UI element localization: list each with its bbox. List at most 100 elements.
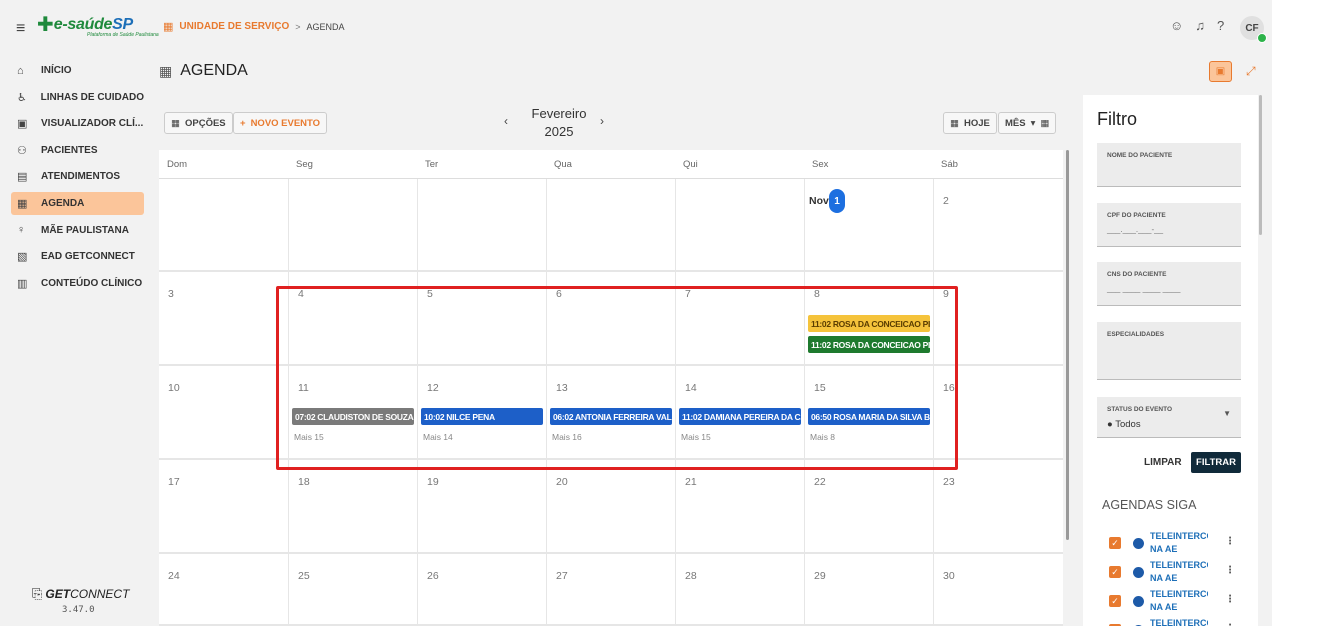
- filter-button[interactable]: FILTRAR: [1191, 452, 1241, 473]
- clear-button[interactable]: LIMPAR: [1144, 457, 1182, 468]
- day-cell[interactable]: 10: [159, 366, 288, 458]
- day-number[interactable]: 4: [298, 288, 304, 300]
- patient-name-field[interactable]: NOME DO PACIENTE: [1097, 143, 1241, 187]
- calendar-event[interactable]: 06:02 ANTONIA FERREIRA VALE: [550, 408, 672, 425]
- day-number[interactable]: 3: [168, 288, 174, 300]
- day-cell[interactable]: 26: [417, 554, 546, 624]
- calendar-event[interactable]: 11:02 DAMIANA PEREIRA DA C...: [679, 408, 801, 425]
- sidebar-item-ead-getconnect[interactable]: ▧ EAD GETCONNECT: [11, 245, 144, 268]
- agenda-item[interactable]: ✓ TELEINTERCO NA AE ⋮: [1109, 588, 1249, 616]
- patient-cpf-field[interactable]: CPF DO PACIENTE ___.___.___-__: [1097, 203, 1241, 247]
- checkbox-checked-icon[interactable]: ✓: [1109, 595, 1121, 607]
- day-number[interactable]: 24: [168, 570, 180, 582]
- day-cell[interactable]: 19: [417, 460, 546, 552]
- avatar[interactable]: CF: [1240, 16, 1267, 43]
- specialties-field[interactable]: ESPECIALIDADES: [1097, 322, 1241, 380]
- day-cell[interactable]: [288, 179, 417, 270]
- day-cell[interactable]: Nov 1: [804, 179, 933, 270]
- event-status-select[interactable]: STATUS DO EVENTO ● Todos ▼: [1097, 397, 1241, 438]
- checkbox-checked-icon[interactable]: ✓: [1109, 566, 1121, 578]
- day-cell[interactable]: 4: [288, 272, 417, 364]
- day-number[interactable]: 14: [685, 382, 697, 394]
- day-cell[interactable]: 24: [159, 554, 288, 624]
- calendar-event[interactable]: 11:02 ROSA DA CONCEICAO PIR...: [808, 336, 930, 353]
- view-select[interactable]: MÊS ▾ ▦: [998, 112, 1057, 134]
- sidebar-item-agenda[interactable]: ▦ AGENDA: [11, 191, 144, 215]
- calendar-event[interactable]: 06:50 ROSA MARIA DA SILVA B...: [808, 408, 930, 425]
- breadcrumb-unit[interactable]: UNIDADE DE SERVIÇO: [179, 21, 289, 32]
- day-number[interactable]: 20: [556, 476, 568, 488]
- day-cell[interactable]: 21: [675, 460, 804, 552]
- day-number[interactable]: 10: [168, 382, 180, 394]
- chevron-left-icon[interactable]: ‹: [504, 114, 508, 128]
- logo[interactable]: ✚ e-saúdeSP Plataforma de Saúde Paulista…: [37, 15, 159, 38]
- sidebar-item-linhas-de-cuidado[interactable]: ♿ LINHAS DE CUIDADO: [11, 86, 144, 109]
- today-marker[interactable]: 1: [829, 189, 845, 213]
- day-number[interactable]: 23: [943, 476, 955, 488]
- day-cell[interactable]: 3: [159, 272, 288, 364]
- day-number[interactable]: 2: [943, 195, 949, 207]
- day-cell[interactable]: 14 11:02 DAMIANA PEREIRA DA C... Mais 15: [675, 366, 804, 458]
- day-number[interactable]: 11: [298, 382, 309, 394]
- day-cell[interactable]: [417, 179, 546, 270]
- day-number[interactable]: 26: [427, 570, 439, 582]
- menu-icon[interactable]: ≡: [16, 20, 25, 38]
- day-cell[interactable]: 28: [675, 554, 804, 624]
- more-events-link[interactable]: Mais 14: [423, 432, 453, 442]
- more-vert-icon[interactable]: ⋮: [1225, 594, 1235, 605]
- agenda-item[interactable]: ✓ TELEINTERCO NA AE ⋮: [1109, 559, 1249, 587]
- calendar-event[interactable]: 07:02 CLAUDISTON DE SOUZA: [292, 408, 414, 425]
- day-cell[interactable]: 17: [159, 460, 288, 552]
- day-number[interactable]: 6: [556, 288, 562, 300]
- day-number[interactable]: 5: [427, 288, 433, 300]
- day-cell[interactable]: 7: [675, 272, 804, 364]
- calendar-scrollbar[interactable]: [1066, 150, 1069, 540]
- calendar-event[interactable]: 10:02 NILCE PENA: [421, 408, 543, 425]
- day-cell[interactable]: 11 07:02 CLAUDISTON DE SOUZA Mais 15: [288, 366, 417, 458]
- chevron-right-icon[interactable]: ›: [600, 114, 604, 128]
- sidebar-item-pacientes[interactable]: ⚇ PACIENTES: [11, 139, 144, 162]
- agenda-item[interactable]: ✓TELEINTERCO⋮: [1109, 617, 1249, 626]
- day-cell[interactable]: 16: [933, 366, 1063, 458]
- sidebar-item-visualizador-cl[interactable]: ▣ VISUALIZADOR CLÍ...: [11, 112, 144, 135]
- sidebar-item-atendimentos[interactable]: ▤ ATENDIMENTOS: [11, 165, 144, 188]
- options-button[interactable]: ▦ OPÇÕES: [164, 112, 233, 134]
- day-number[interactable]: 17: [168, 476, 180, 488]
- sidebar-item-conte-do-cl-nico[interactable]: ▥ CONTEÚDO CLÍNICO: [11, 272, 144, 295]
- calendar-view-button[interactable]: ▣: [1209, 61, 1232, 82]
- day-cell[interactable]: 5: [417, 272, 546, 364]
- more-vert-icon[interactable]: ⋮: [1225, 565, 1235, 576]
- day-number[interactable]: 21: [685, 476, 697, 488]
- filter-scrollbar[interactable]: [1259, 95, 1262, 235]
- day-cell[interactable]: 6: [546, 272, 675, 364]
- calendar-event[interactable]: 11:02 ROSA DA CONCEICAO PIR...: [808, 315, 930, 332]
- day-number[interactable]: 27: [556, 570, 568, 582]
- fullscreen-icon[interactable]: ⤢: [1246, 64, 1256, 79]
- more-events-link[interactable]: Mais 15: [294, 432, 324, 442]
- day-cell[interactable]: 20: [546, 460, 675, 552]
- day-number[interactable]: 29: [814, 570, 826, 582]
- more-vert-icon[interactable]: ⋮: [1225, 536, 1235, 547]
- day-number[interactable]: 22: [814, 476, 826, 488]
- day-cell[interactable]: 22: [804, 460, 933, 552]
- day-cell[interactable]: 9: [933, 272, 1063, 364]
- checkbox-checked-icon[interactable]: ✓: [1109, 537, 1121, 549]
- day-number[interactable]: 12: [427, 382, 439, 394]
- more-events-link[interactable]: Mais 16: [552, 432, 582, 442]
- day-number[interactable]: 15: [814, 382, 826, 394]
- day-number[interactable]: 28: [685, 570, 697, 582]
- chat-icon[interactable]: ☺: [1170, 18, 1183, 33]
- day-number[interactable]: 13: [556, 382, 568, 394]
- sidebar-item-m-e-paulistana[interactable]: ♀ MÃE PAULISTANA: [11, 219, 144, 242]
- day-number[interactable]: 19: [427, 476, 439, 488]
- help-icon[interactable]: ?: [1217, 18, 1224, 33]
- bell-icon[interactable]: ♫: [1195, 18, 1205, 33]
- day-cell[interactable]: 15 06:50 ROSA MARIA DA SILVA B... Mais 8: [804, 366, 933, 458]
- day-cell[interactable]: 12 10:02 NILCE PENA Mais 14: [417, 366, 546, 458]
- patient-cns-field[interactable]: CNS DO PACIENTE ___ ____ ____ ____: [1097, 262, 1241, 306]
- day-cell[interactable]: [675, 179, 804, 270]
- agenda-item[interactable]: ✓ TELEINTERCO NA AE ⋮: [1109, 530, 1249, 558]
- day-cell[interactable]: 25: [288, 554, 417, 624]
- day-cell[interactable]: 30: [933, 554, 1063, 624]
- day-number[interactable]: 9: [943, 288, 949, 300]
